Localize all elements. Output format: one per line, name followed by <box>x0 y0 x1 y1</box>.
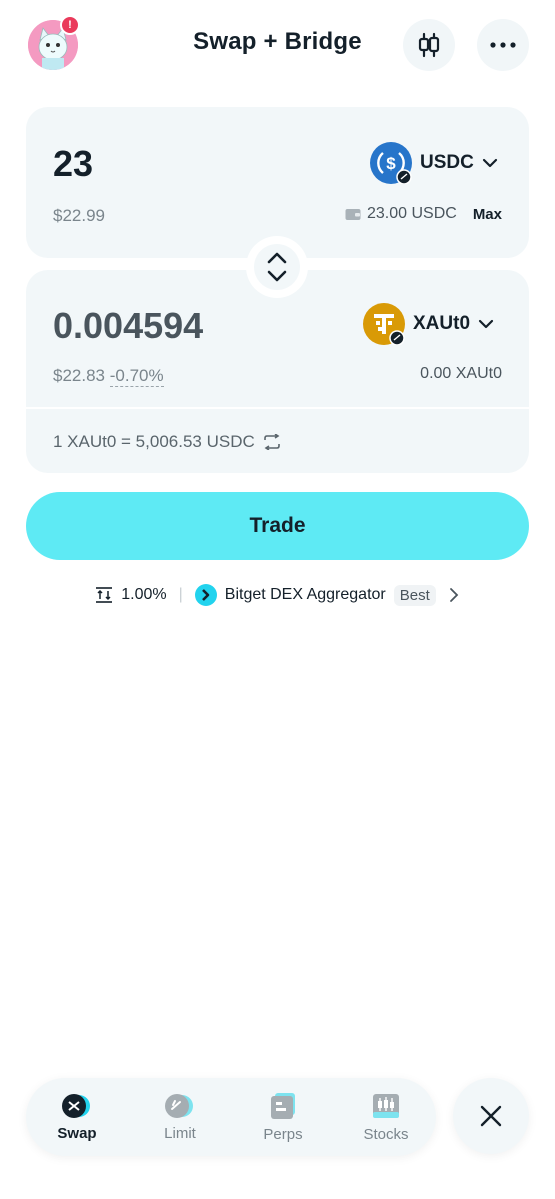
to-token-name: XAUt0 <box>413 313 471 334</box>
nav-limit-label: Limit <box>164 1124 196 1142</box>
limit-icon <box>165 1093 193 1118</box>
from-balance: 23.00 USDC Max <box>345 205 502 223</box>
perps-icon <box>271 1092 295 1119</box>
chevron-right-icon <box>449 588 459 602</box>
max-button[interactable]: Max <box>473 206 502 223</box>
from-token-name: USDC <box>420 152 474 173</box>
chevron-down-icon <box>478 319 494 329</box>
to-token-selector[interactable]: XAUt0 <box>363 303 494 346</box>
nav-perps[interactable]: Perps <box>233 1078 333 1156</box>
close-icon <box>480 1105 502 1127</box>
exchange-rate-text: 1 XAUt0 = 5,006.53 USDC <box>53 432 255 451</box>
from-usd-value: $22.99 <box>53 206 105 225</box>
more-button[interactable] <box>477 19 529 71</box>
nav-stocks-label: Stocks <box>363 1125 409 1143</box>
chart-button[interactable] <box>403 19 455 71</box>
best-badge: Best <box>393 584 436 606</box>
route-info[interactable]: 1.00% | Bitget DEX Aggregator Best <box>0 584 555 606</box>
more-icon <box>490 42 516 48</box>
route-separator: | <box>178 586 183 603</box>
exchange-rate[interactable]: 1 XAUt0 = 5,006.53 USDC <box>53 432 281 452</box>
from-balance-value: 23.00 USDC <box>366 205 457 222</box>
svg-text:$: $ <box>386 154 396 173</box>
chevron-down-icon <box>482 158 497 168</box>
bitget-logo-icon <box>194 584 217 606</box>
card-divider <box>26 407 529 409</box>
swap-direction-icon <box>267 252 287 282</box>
from-amount-input[interactable]: 23 <box>53 143 93 185</box>
usdc-icon: $ <box>370 142 412 185</box>
to-usd-amount: $22.83 <box>53 366 105 385</box>
nav-swap-label: Swap <box>57 1124 97 1142</box>
invert-rate-icon[interactable] <box>263 434 281 450</box>
to-amount: 0.004594 <box>53 305 204 346</box>
price-impact[interactable]: -0.70% <box>109 366 164 387</box>
close-button[interactable] <box>453 1078 529 1154</box>
to-usd-value: $22.83 -0.70% <box>53 366 164 387</box>
nav-swap[interactable]: Swap <box>27 1078 127 1156</box>
nav-perps-label: Perps <box>263 1125 303 1143</box>
nav-limit[interactable]: Limit <box>130 1078 230 1156</box>
route-provider: Bitget DEX Aggregator <box>224 586 386 603</box>
swap-icon <box>62 1093 90 1118</box>
page-title: Swap + Bridge <box>193 28 362 55</box>
xaut0-icon <box>363 303 405 346</box>
slippage-value: 1.00% <box>121 586 167 603</box>
swap-direction-button[interactable] <box>246 236 308 298</box>
nav-stocks[interactable]: Stocks <box>336 1078 436 1156</box>
candlestick-chart-icon <box>418 32 440 58</box>
trade-button[interactable]: Trade <box>26 492 529 560</box>
slippage-icon <box>96 587 113 603</box>
to-balance: 0.00 XAUt0 <box>420 365 502 382</box>
from-token-selector[interactable]: $ USDC <box>370 142 498 185</box>
wallet-icon <box>345 209 361 220</box>
stocks-icon <box>373 1093 399 1118</box>
